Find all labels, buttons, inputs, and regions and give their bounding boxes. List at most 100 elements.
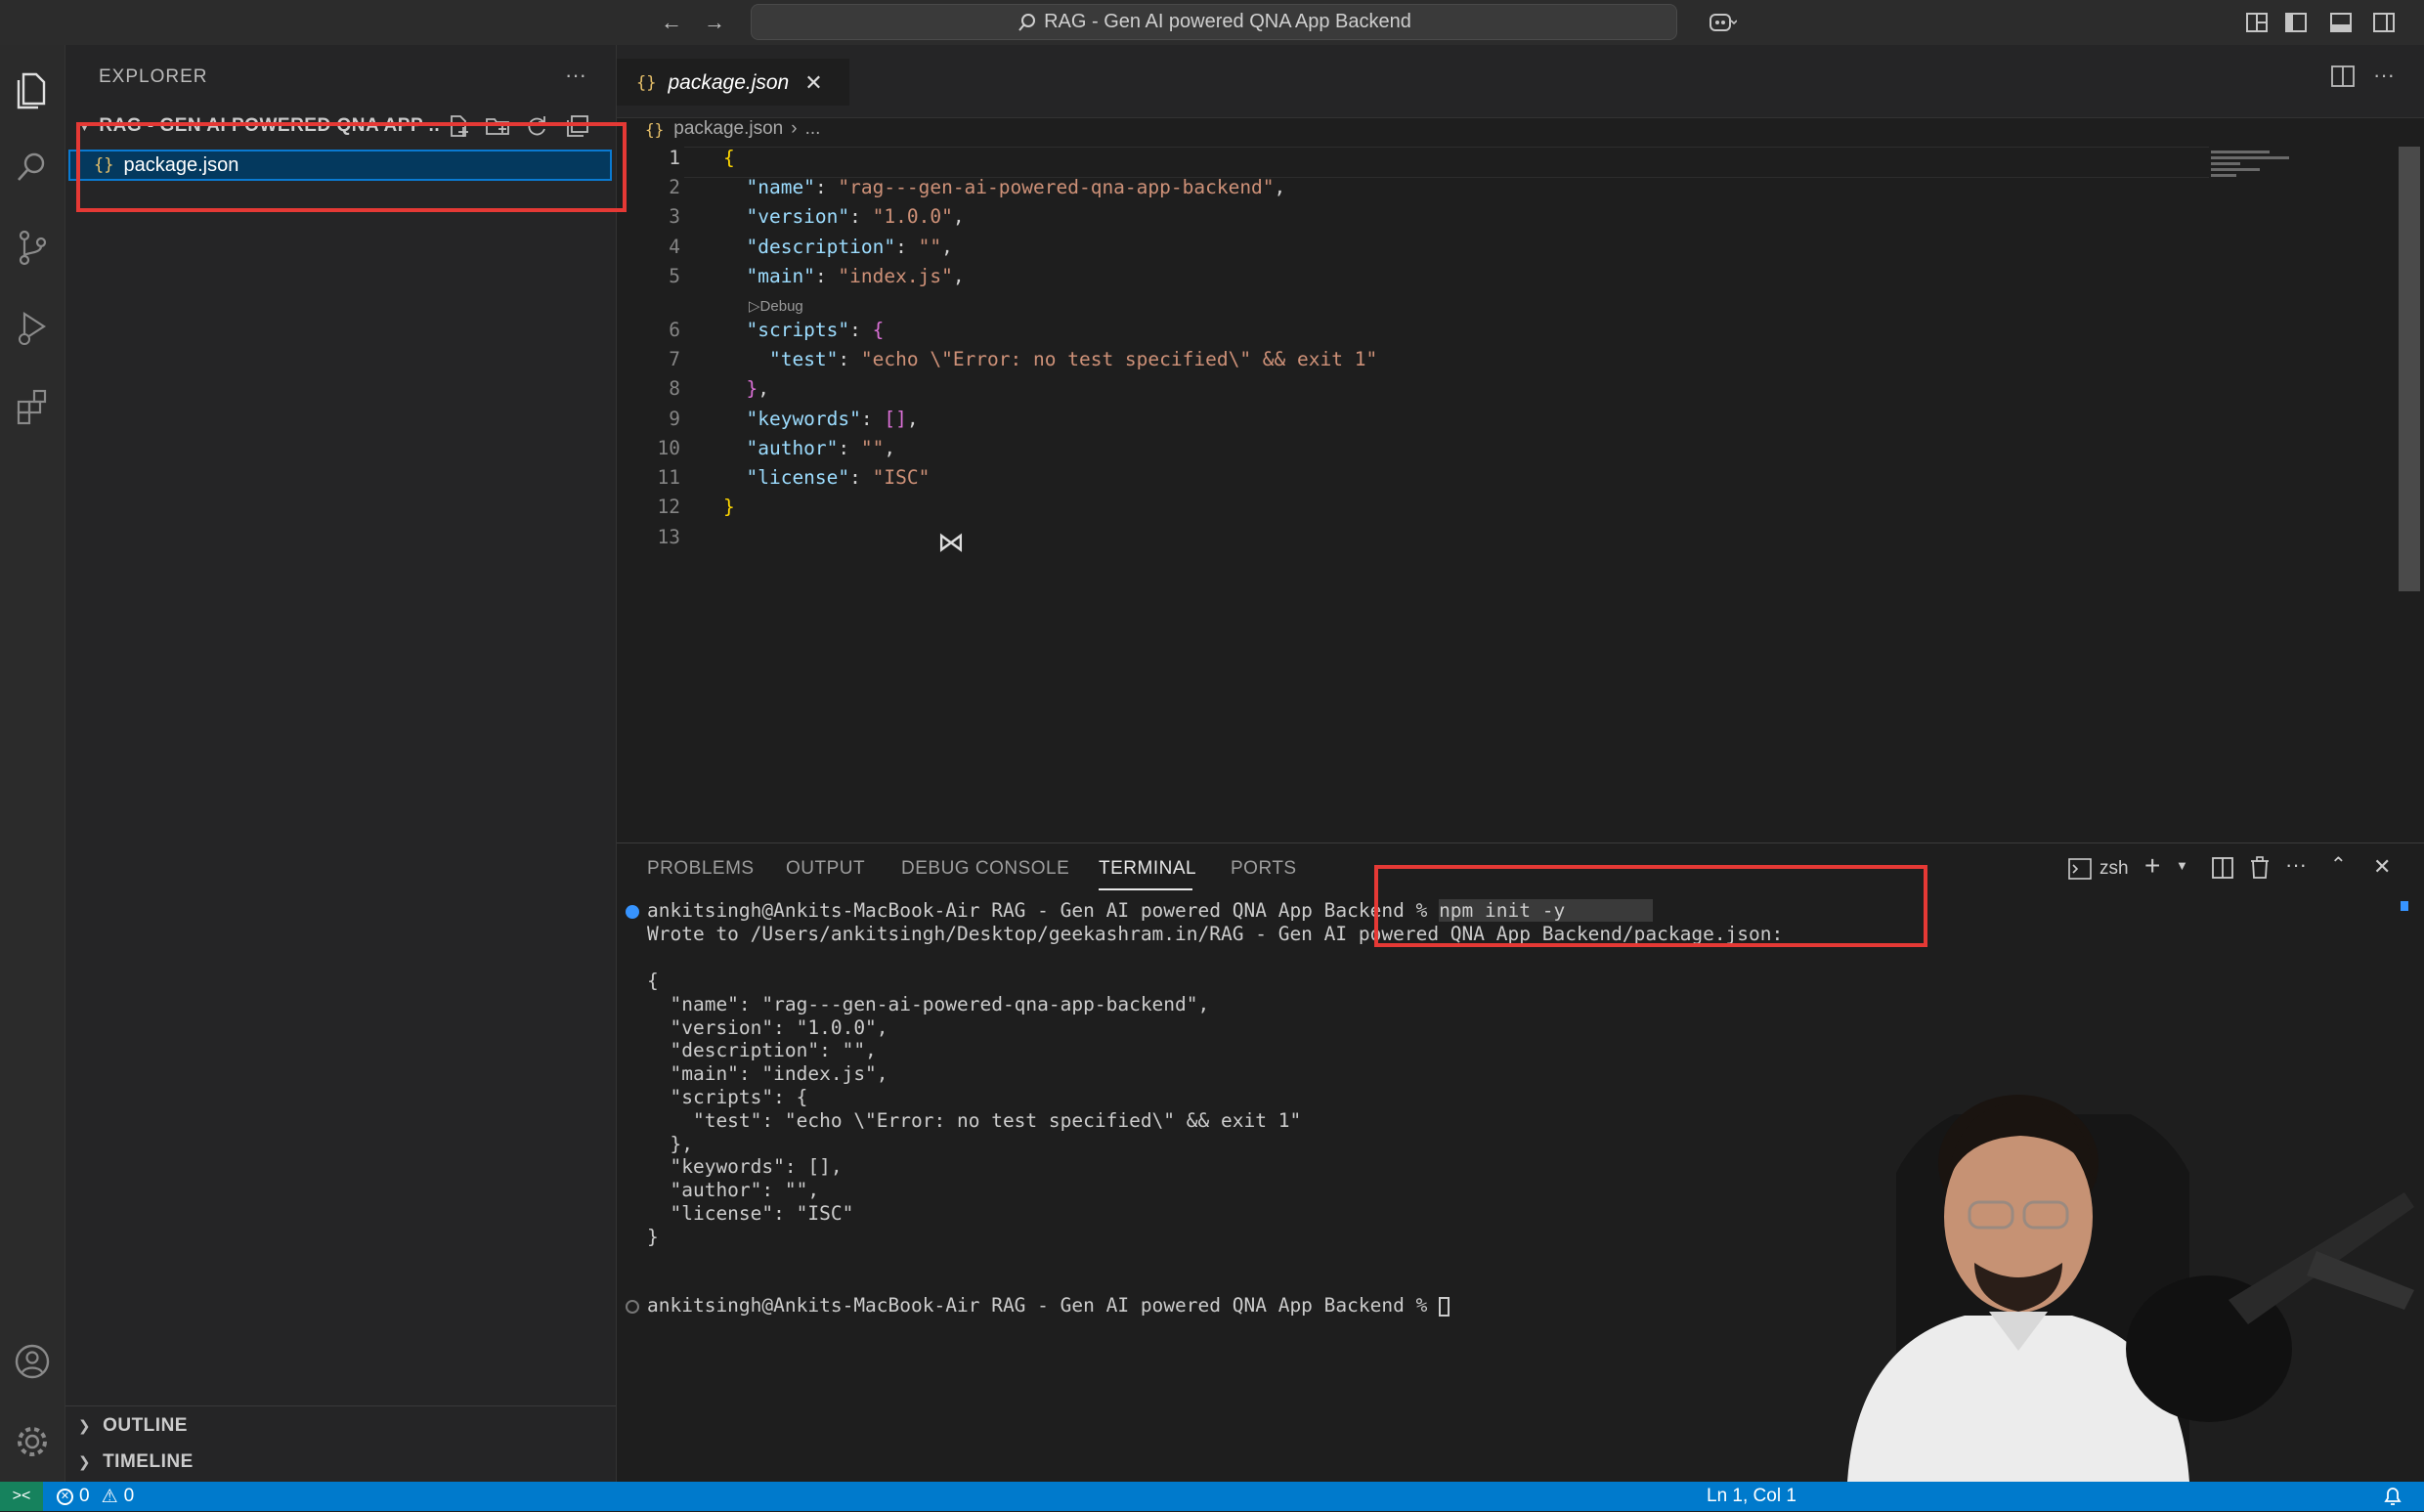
code-line-11[interactable]: "license": "ISC" bbox=[723, 466, 930, 489]
forward-arrow-icon[interactable]: → bbox=[700, 8, 729, 37]
breadcrumb[interactable]: {} package.json › ... bbox=[645, 115, 820, 143]
editor-tab-bar bbox=[617, 45, 2424, 118]
outline-section[interactable]: ❯ OUTLINE bbox=[78, 1415, 188, 1437]
terminal-cursor bbox=[1439, 1296, 1450, 1317]
terminal-line-prompt[interactable]: ankitsingh@Ankits-MacBook-Air RAG - Gen … bbox=[647, 1294, 1450, 1317]
terminal-scroll-marker bbox=[2401, 901, 2408, 911]
tab-ports[interactable]: PORTS bbox=[1231, 858, 1297, 880]
search-icon[interactable] bbox=[0, 133, 65, 201]
highlight-box-terminal bbox=[1374, 865, 1927, 947]
breadcrumb-rest: ... bbox=[804, 118, 821, 139]
copilot-icon[interactable] bbox=[1699, 8, 1746, 37]
account-icon[interactable] bbox=[0, 1327, 65, 1396]
maximize-panel-icon[interactable]: ⌃ bbox=[2330, 852, 2347, 877]
tab-problems[interactable]: PROBLEMS bbox=[647, 858, 755, 880]
code-line-1[interactable]: { bbox=[723, 147, 735, 169]
debug-codelens[interactable]: ▷Debug bbox=[749, 297, 803, 315]
line-number: 13 bbox=[657, 526, 680, 548]
terminal-output-line: "license": "ISC" bbox=[647, 1202, 854, 1225]
line-number: 2 bbox=[669, 176, 680, 198]
trash-icon[interactable] bbox=[2248, 856, 2273, 882]
toggle-secondary-sidebar-icon[interactable] bbox=[2369, 8, 2399, 37]
terminal-shell-selector[interactable]: zsh bbox=[2068, 854, 2129, 884]
line-number: 9 bbox=[669, 408, 680, 430]
close-icon[interactable]: ✕ bbox=[804, 70, 822, 96]
tab-package-json[interactable]: {} package.json ✕ bbox=[617, 59, 849, 106]
chevron-down-icon[interactable]: ▼ bbox=[2176, 858, 2188, 873]
problems-status[interactable]: ✕ 0 ⚠ 0 bbox=[57, 1482, 134, 1511]
chevron-right-icon: ❯ bbox=[78, 1418, 92, 1435]
terminal-output-line: "description": "", bbox=[647, 1039, 877, 1062]
code-line-7[interactable]: "test": "echo \"Error: no test specified… bbox=[723, 348, 1377, 370]
terminal-output-line: "version": "1.0.0", bbox=[647, 1015, 888, 1039]
text-cursor-icon: ⋈ bbox=[937, 527, 965, 557]
tab-debug-console[interactable]: DEBUG CONSOLE bbox=[901, 858, 1069, 880]
play-icon: ▷ bbox=[749, 298, 760, 315]
explorer-title: EXPLORER bbox=[99, 66, 208, 87]
back-arrow-icon[interactable]: ← bbox=[657, 8, 686, 37]
tab-output[interactable]: OUTPUT bbox=[786, 858, 865, 880]
panel-more-actions[interactable]: ··· bbox=[2285, 852, 2307, 878]
code-line-3[interactable]: "version": "1.0.0", bbox=[723, 205, 964, 228]
search-icon bbox=[1018, 13, 1036, 31]
sidebar-divider bbox=[65, 1405, 616, 1406]
terminal-output-line: } bbox=[647, 1225, 659, 1248]
terminal-output-line: "main": "index.js", bbox=[647, 1062, 888, 1086]
terminal-output-line: "keywords": [], bbox=[647, 1155, 843, 1179]
breadcrumb-file: package.json bbox=[673, 118, 784, 139]
code-line-12[interactable]: } bbox=[723, 496, 735, 518]
command-center-text: RAG - Gen AI powered QNA App Backend bbox=[1044, 11, 1411, 32]
manage-gear-icon[interactable] bbox=[0, 1407, 65, 1476]
line-number: 8 bbox=[669, 377, 680, 400]
line-number: 5 bbox=[669, 265, 680, 287]
code-line-5[interactable]: "main": "index.js", bbox=[723, 265, 964, 287]
new-terminal-icon[interactable]: + bbox=[2144, 850, 2160, 882]
line-number: 1 bbox=[669, 147, 680, 169]
split-editor-icon[interactable] bbox=[2330, 65, 2361, 96]
code-line-9[interactable]: "keywords": [], bbox=[723, 408, 918, 430]
line-number: 12 bbox=[657, 496, 680, 518]
editor-scrollbar[interactable] bbox=[2399, 147, 2420, 591]
customize-layout-icon[interactable] bbox=[2242, 8, 2272, 37]
notifications-bell-icon[interactable] bbox=[2381, 1484, 2406, 1509]
tab-terminal[interactable]: TERMINAL bbox=[1099, 858, 1196, 880]
terminal-output-line: "name": "rag---gen-ai-powered-qna-app-ba… bbox=[647, 992, 1210, 1015]
warning-icon: ⚠ bbox=[101, 1486, 118, 1507]
terminal-output-line: "author": "", bbox=[647, 1179, 820, 1202]
terminal-output-line: }, bbox=[647, 1132, 693, 1155]
split-terminal-icon[interactable] bbox=[2211, 856, 2236, 882]
timeline-section[interactable]: ❯ TIMELINE bbox=[78, 1451, 194, 1473]
toggle-primary-sidebar-icon[interactable] bbox=[2281, 8, 2311, 37]
status-bar bbox=[0, 1482, 2424, 1511]
outline-label: OUTLINE bbox=[103, 1415, 188, 1436]
command-center-search[interactable]: RAG - Gen AI powered QNA App Backend bbox=[751, 4, 1677, 40]
line-number: 7 bbox=[669, 348, 680, 370]
explorer-more-actions[interactable]: ··· bbox=[565, 63, 586, 88]
terminal-output-line: "test": "echo \"Error: no test specified… bbox=[647, 1108, 1302, 1132]
explorer-icon[interactable] bbox=[0, 57, 65, 125]
editor-more-actions[interactable]: ··· bbox=[2373, 63, 2395, 88]
tab-label: package.json bbox=[668, 71, 790, 94]
terminal-output-line: { bbox=[647, 970, 659, 992]
toggle-panel-icon[interactable] bbox=[2326, 8, 2356, 37]
code-line-8[interactable]: }, bbox=[723, 377, 769, 400]
code-line-4[interactable]: "description": "", bbox=[723, 236, 952, 258]
extensions-icon[interactable] bbox=[0, 373, 65, 442]
cursor-position[interactable]: Ln 1, Col 1 bbox=[1707, 1482, 1796, 1511]
explorer-sidebar bbox=[65, 45, 617, 1482]
code-line-6[interactable]: "scripts": { bbox=[723, 319, 884, 341]
source-control-icon[interactable] bbox=[0, 213, 65, 281]
close-panel-icon[interactable]: ✕ bbox=[2373, 854, 2391, 880]
minimap[interactable] bbox=[2211, 149, 2301, 182]
highlight-box-explorer bbox=[76, 122, 627, 212]
json-file-icon: {} bbox=[645, 119, 665, 139]
code-line-2[interactable]: "name": "rag---gen-ai-powered-qna-app-ba… bbox=[723, 176, 1285, 198]
code-line-10[interactable]: "author": "", bbox=[723, 437, 895, 459]
remote-icon[interactable]: >< bbox=[0, 1482, 43, 1511]
current-line-highlight bbox=[684, 147, 2209, 178]
line-number: 11 bbox=[657, 466, 680, 489]
active-tab-underline bbox=[1099, 888, 1192, 890]
breadcrumb-separator-icon: › bbox=[791, 118, 798, 139]
run-debug-icon[interactable] bbox=[0, 293, 65, 362]
command-success-dot-icon bbox=[626, 905, 639, 919]
